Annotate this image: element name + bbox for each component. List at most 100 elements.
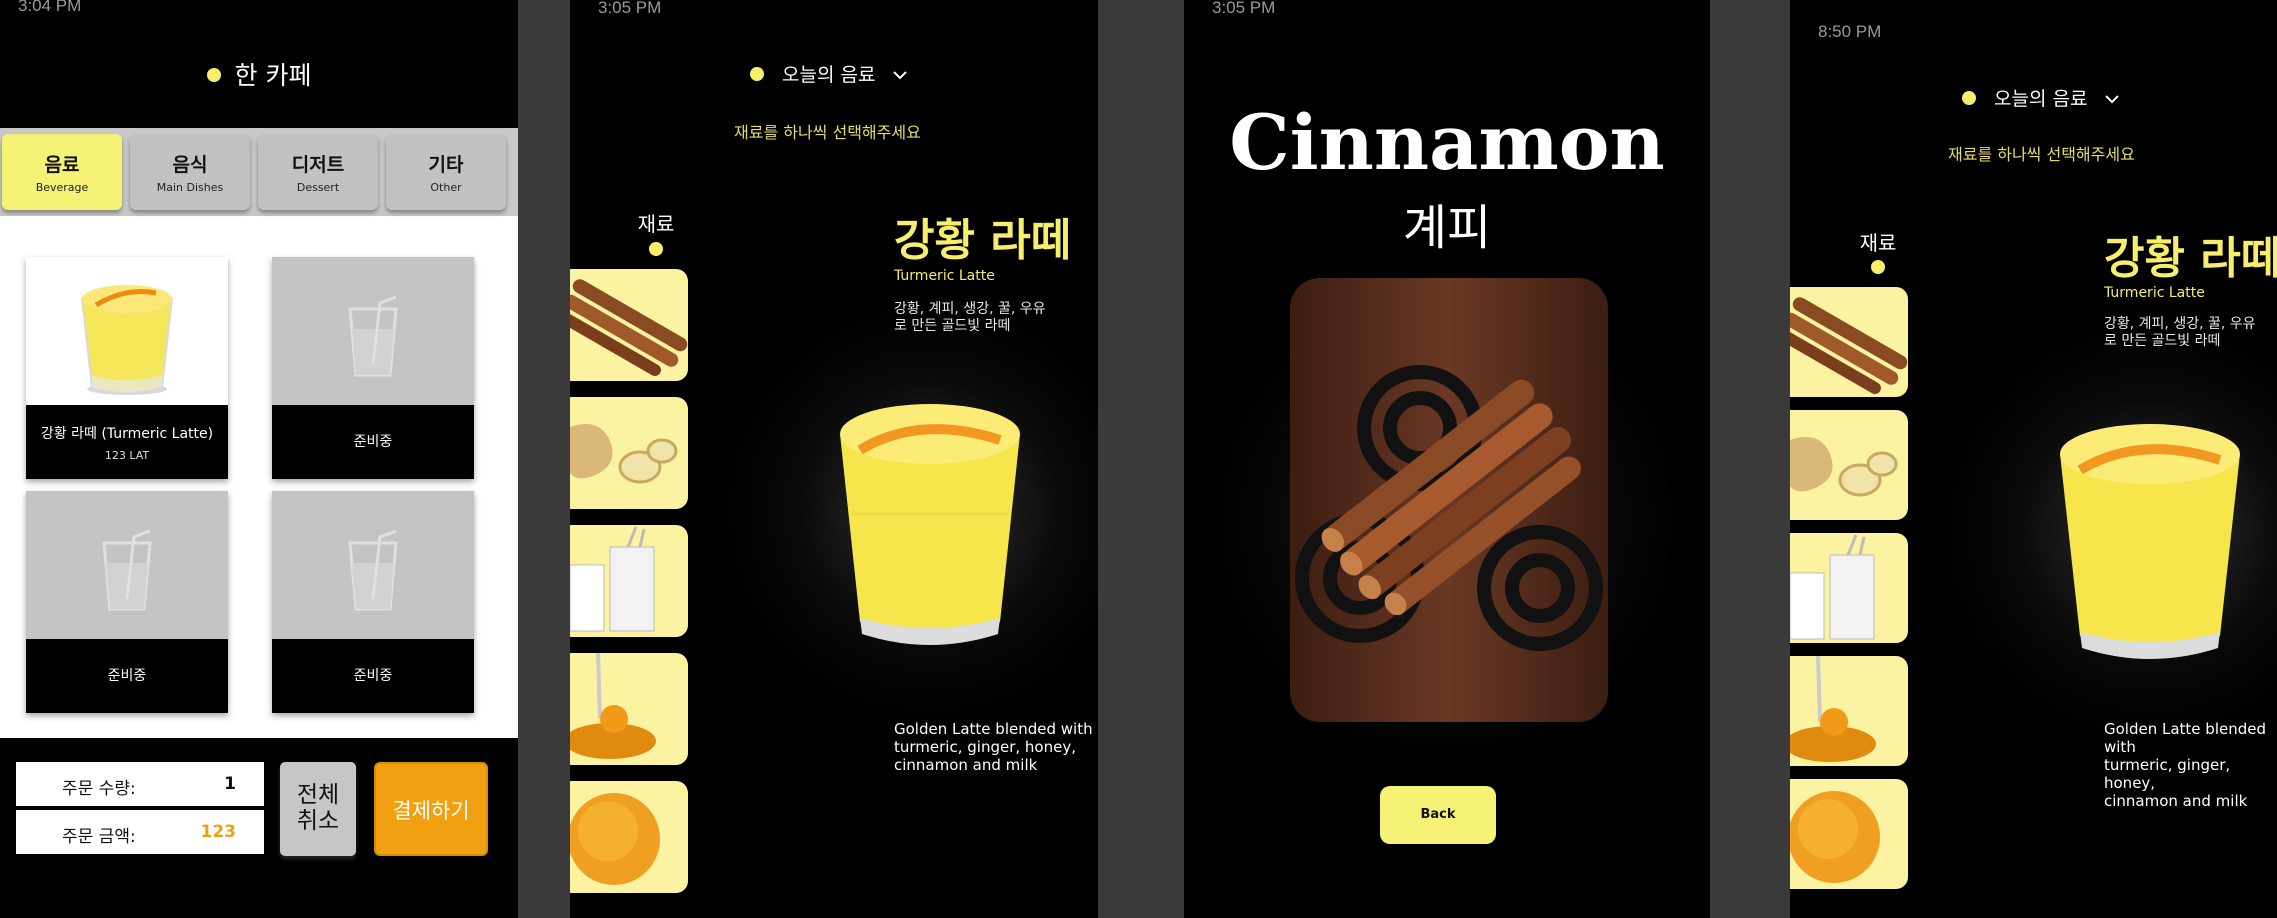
menu-dropdown[interactable]: 오늘의 음료: [1962, 84, 2120, 111]
drink-ingredients-line: 강황, 계피, 생강, 꿀, 우유: [2104, 316, 2256, 332]
status-time: 3:05 PM: [598, 0, 662, 17]
ginger-icon[interactable]: [570, 397, 688, 509]
ingredient-detail-screen: 3:05 PM Cinnamon 계피 Back: [1184, 0, 1710, 918]
cup-placeholder-icon: [272, 257, 474, 405]
instruction-text: 재료를 하나씩 선택해주세요: [1948, 145, 2135, 164]
tab-main-dishes[interactable]: 음식 Main Dishes: [130, 134, 250, 210]
cancel-all-button[interactable]: 전체 취소: [280, 762, 356, 856]
tab-label: 음식: [172, 154, 208, 176]
cancel-label-line1: 전체: [296, 782, 340, 808]
status-dot-icon: [1962, 91, 1976, 105]
tab-sublabel: Main Dishes: [156, 181, 224, 194]
order-quantity-label: 주문 수량:: [62, 779, 136, 799]
milk-icon[interactable]: [570, 525, 688, 637]
turmeric-latte-image: [2052, 414, 2248, 678]
cup-placeholder-icon: [26, 491, 228, 639]
order-quantity-value: 1: [224, 774, 236, 794]
product-name: 준비중: [107, 668, 147, 684]
product-card-coming-soon[interactable]: 준비중: [272, 257, 474, 479]
product-price: 123 LAT: [104, 449, 150, 462]
ingredient-title-english: Cinnamon: [1229, 98, 1665, 187]
order-total: 주문 금액: 123: [16, 810, 264, 854]
instruction-text: 재료를 하나씩 선택해주세요: [734, 123, 921, 142]
cinnamon-icon[interactable]: [570, 269, 688, 381]
product-label: 준비중: [272, 639, 474, 713]
tab-sublabel: Dessert: [296, 181, 340, 194]
product-card-turmeric-latte[interactable]: 강황 라떼 (Turmeric Latte) 123 LAT: [26, 257, 228, 479]
product-card-coming-soon[interactable]: 준비중: [26, 491, 228, 713]
drink-description: Golden Latte blended with turmeric, ging…: [894, 720, 1093, 774]
drink-english-name: Turmeric Latte: [894, 268, 995, 284]
chevron-down-icon: [892, 64, 908, 86]
drink-name: 강황 라떼: [894, 215, 1072, 266]
chevron-down-icon: [2104, 88, 2120, 110]
order-total-label: 주문 금액:: [62, 827, 136, 847]
turmeric-powder-icon[interactable]: [1790, 779, 1908, 889]
product-card-coming-soon[interactable]: 준비중: [272, 491, 474, 713]
product-name: 강황 라떼 (Turmeric Latte): [40, 426, 214, 442]
status-time: 3:05 PM: [1212, 0, 1276, 17]
turmeric-latte-image: [830, 394, 1030, 664]
status-time: 3:04 PM: [18, 0, 82, 15]
honey-icon[interactable]: [570, 653, 688, 765]
description-line: turmeric, ginger, honey,: [2104, 756, 2231, 792]
description-line: Golden Latte blended with: [2104, 720, 2266, 756]
tab-dessert[interactable]: 디저트 Dessert: [258, 134, 378, 210]
cancel-label-line2: 취소: [296, 808, 340, 834]
category-tabs: 음료 Beverage 음식 Main Dishes 디저트 Dessert 기…: [0, 128, 518, 216]
menu-title: 오늘의 음료: [782, 64, 876, 86]
header-bar: 3:04 PM 한 카페: [0, 0, 518, 128]
product-name: 준비중: [353, 434, 393, 450]
tab-label: 기타: [428, 154, 464, 176]
status-dot-icon: [206, 68, 221, 82]
ingredient-title-korean: 계피: [1402, 200, 1492, 256]
ingredients-label: 재료: [1859, 231, 1897, 255]
product-label: 준비중: [26, 639, 228, 713]
ingredient-indicator-dot: [1871, 260, 1885, 274]
drink-description: Golden Latte blended with turmeric, ging…: [2104, 720, 2277, 810]
cinnamon-icon[interactable]: [1790, 287, 1908, 397]
ginger-icon[interactable]: [1790, 410, 1908, 520]
tab-other[interactable]: 기타 Other: [386, 134, 506, 210]
drink-ingredients-line: 강황, 계피, 생강, 꿀, 우유: [894, 301, 1046, 317]
tab-label: 음료: [44, 154, 80, 176]
turmeric-powder-icon[interactable]: [570, 781, 688, 893]
menu-screen: 3:04 PM 한 카페 음료 Beverage 음식 Main Dishes …: [0, 0, 518, 918]
tab-sublabel: Beverage: [35, 181, 89, 194]
tab-sublabel: Other: [430, 181, 462, 194]
description-line: turmeric, ginger, honey,: [894, 738, 1076, 756]
back-button[interactable]: Back: [1380, 786, 1496, 844]
cup-placeholder-icon: [272, 491, 474, 639]
drink-english-name: Turmeric Latte: [2104, 285, 2205, 301]
description-line: cinnamon and milk: [2104, 792, 2248, 810]
order-total-value: 123: [200, 822, 237, 842]
drink-ingredients-line: 로 만든 골드빛 라떼: [2104, 333, 2221, 349]
honey-icon[interactable]: [1790, 656, 1908, 766]
drink-detail-screen: 8:50 PM 오늘의 음료 재료를 하나씩 선택해주세요 재료 강황 라떼 T…: [1790, 0, 2277, 918]
product-name: 준비중: [353, 668, 393, 684]
menu-dropdown[interactable]: 오늘의 음료: [750, 60, 908, 87]
cafe-title: 한 카페: [0, 56, 518, 92]
drink-detail-screen: 3:05 PM 오늘의 음료 재료를 하나씩 선택해주세요 재료 강황 라떼 T…: [570, 0, 1098, 918]
pay-button[interactable]: 결제하기: [374, 762, 488, 856]
drink-ingredients: 강황, 계피, 생강, 꿀, 우유 로 만든 골드빛 라떼: [894, 301, 1046, 335]
order-quantity: 주문 수량: 1: [16, 762, 264, 806]
menu-title: 오늘의 음료: [1994, 88, 2088, 110]
product-label: 강황 라떼 (Turmeric Latte) 123 LAT: [26, 405, 228, 479]
status-dot-icon: [750, 67, 764, 81]
description-line: cinnamon and milk: [894, 756, 1038, 774]
drink-ingredients-line: 로 만든 골드빛 라떼: [894, 318, 1011, 334]
cafe-name: 한 카페: [234, 61, 312, 90]
drink-ingredients: 강황, 계피, 생강, 꿀, 우유 로 만든 골드빛 라떼: [2104, 316, 2256, 350]
tab-label: 디저트: [291, 154, 345, 176]
cinnamon-photo: [1290, 278, 1608, 722]
turmeric-latte-image: [26, 257, 228, 405]
drink-name: 강황 라떼: [2104, 233, 2277, 284]
product-label: 준비중: [272, 405, 474, 479]
ingredient-indicator-dot: [649, 242, 663, 256]
tab-beverage[interactable]: 음료 Beverage: [2, 134, 122, 210]
ingredients-label: 재료: [637, 212, 675, 236]
description-line: Golden Latte blended with: [894, 720, 1093, 738]
status-time: 8:50 PM: [1818, 22, 1882, 41]
milk-icon[interactable]: [1790, 533, 1908, 643]
